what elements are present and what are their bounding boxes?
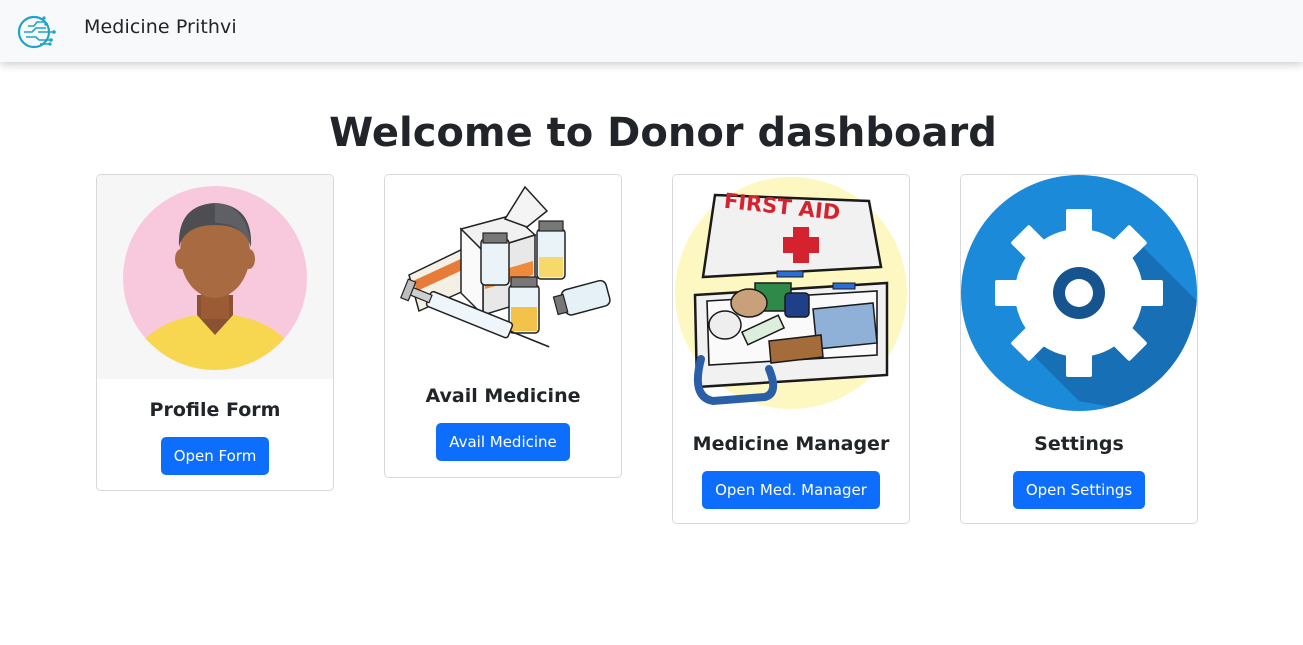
brand-logo-icon[interactable]: [16, 10, 58, 52]
open-form-button[interactable]: Open Form: [160, 437, 270, 475]
card-title: Profile Form: [149, 399, 281, 421]
page-title: Welcome to Donor dashboard: [329, 110, 997, 156]
profile-form-card: Profile Form Open Form: [96, 174, 334, 491]
medicine-manager-card: FIRST AID Medicine Manager Open Med. Man…: [672, 174, 910, 524]
first-aid-kit-icon: FIRST AID: [673, 175, 909, 415]
card-title: Avail Medicine: [425, 385, 581, 407]
avail-medicine-card: Avail Medicine Avail Medicine: [384, 174, 622, 478]
settings-card: Settings Open Settings: [960, 174, 1198, 524]
person-avatar-icon: [97, 175, 333, 379]
card-title: Medicine Manager: [692, 433, 890, 455]
open-med-manager-button[interactable]: Open Med. Manager: [702, 471, 880, 509]
open-settings-button[interactable]: Open Settings: [1012, 471, 1146, 509]
gear-icon: [961, 175, 1197, 415]
navbar: Medicine Prithvi: [0, 0, 1303, 62]
card-title: Settings: [1034, 433, 1124, 455]
medicine-bottles-syringe-icon: [385, 175, 621, 367]
avail-medicine-button[interactable]: Avail Medicine: [436, 423, 570, 461]
brand-name[interactable]: Medicine Prithvi: [84, 16, 237, 38]
